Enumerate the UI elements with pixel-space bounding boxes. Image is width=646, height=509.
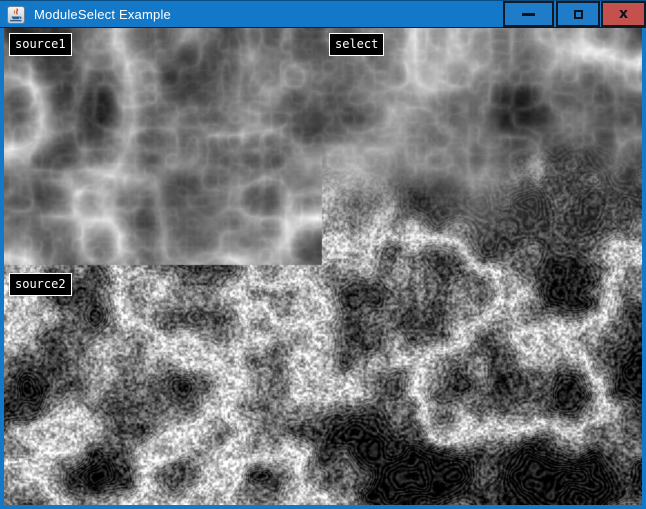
close-icon: x [619,7,628,21]
maximize-icon [574,10,583,19]
noise-render [4,28,642,505]
label-select: select [329,33,384,56]
label-source1: source1 [9,33,72,56]
app-window: ModuleSelect Example x source1 select so… [0,0,646,509]
minimize-button[interactable] [503,1,554,27]
label-source2: source2 [9,273,72,296]
render-area: source1 select source2 [4,28,642,505]
minimize-icon [522,13,535,16]
java-app-icon [7,6,25,24]
maximize-button[interactable] [556,1,600,27]
titlebar[interactable]: ModuleSelect Example x [0,0,646,28]
close-button[interactable]: x [601,1,646,27]
window-title: ModuleSelect Example [34,1,171,28]
